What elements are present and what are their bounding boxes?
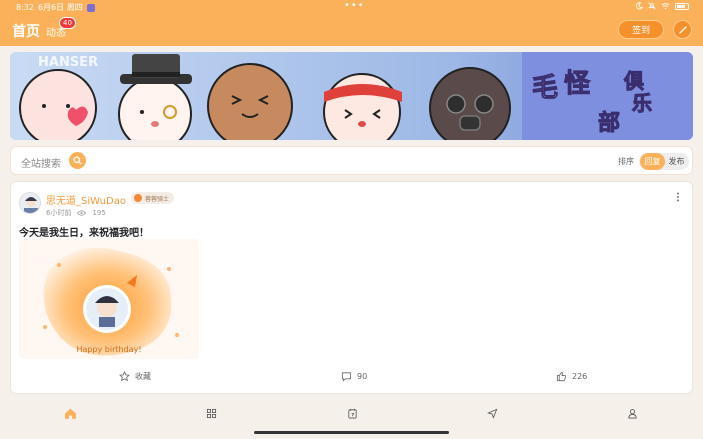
thumbs-up-icon: [556, 371, 566, 382]
post-content: 今天是我生日，来祝福我吧！: [19, 228, 149, 239]
status-bar: 8:32 6月6日 周四 •••: [0, 0, 703, 14]
app-header: 首页 动态 40 签到: [0, 14, 703, 46]
banner-title-char-2: 怪: [564, 69, 591, 99]
calendar-icon: [347, 408, 357, 418]
birthday-illustration: [19, 239, 199, 359]
app-notification-icon: [86, 3, 95, 12]
comment-count: 90: [357, 372, 368, 381]
banner-title-char-4: 乐: [632, 91, 652, 115]
post-time: 6小时前: [46, 209, 72, 217]
sort-label: 排序: [618, 157, 634, 166]
like-count: 226: [572, 372, 588, 381]
battery-icon: [675, 2, 689, 10]
banner-illustration: HANSER 毛 怪 俱 乐 部: [10, 52, 693, 140]
pen-icon: [678, 25, 687, 34]
bottom-navigation: [0, 400, 703, 426]
search-input[interactable]: 全站搜索: [21, 155, 61, 170]
wifi-icon: [661, 3, 670, 10]
profile-icon: [627, 408, 637, 418]
search-icon[interactable]: [69, 152, 86, 169]
post-card[interactable]: 思无道_SiWuDao 蓉蓉骑士 6小时前 195 今天是我生日，来祝福我吧！: [10, 181, 693, 394]
comment-icon: [341, 372, 352, 382]
page-title[interactable]: 首页: [12, 21, 40, 41]
view-count: 195: [92, 209, 106, 217]
grid-icon: [206, 408, 216, 418]
sort-option-reply[interactable]: 回复: [640, 153, 665, 170]
banner-carousel[interactable]: HANSER 毛 怪 俱 乐 部: [10, 52, 693, 140]
home-indicator[interactable]: [254, 431, 449, 434]
banner-brand: HANSER: [38, 55, 98, 70]
comment-button[interactable]: 90: [341, 371, 367, 382]
star-icon: [119, 371, 130, 382]
compose-button[interactable]: [673, 20, 692, 39]
nav-profile[interactable]: [625, 406, 639, 420]
level-icon: [134, 194, 142, 202]
status-date: 6月6日 周四: [37, 3, 83, 12]
banner-title-char-5: 部: [598, 110, 620, 136]
image-caption: Happy birthday!: [76, 345, 142, 354]
multitask-dots[interactable]: •••: [344, 0, 365, 11]
level-badge: 蓉蓉骑士: [131, 192, 175, 204]
home-icon: [64, 408, 76, 419]
post-actions: 收藏 90 226: [11, 371, 694, 387]
post-meta: 6小时前 195: [46, 208, 106, 218]
post-image[interactable]: Happy birthday!: [19, 239, 199, 359]
bell-off-icon: [648, 2, 656, 10]
send-icon: [486, 408, 497, 419]
favorite-button[interactable]: 收藏: [119, 371, 151, 382]
status-time: 8:32: [16, 3, 34, 12]
nav-calendar[interactable]: [345, 406, 359, 420]
nav-home[interactable]: [63, 406, 77, 420]
eye-icon: [77, 210, 87, 216]
banner-title-char-1: 毛: [532, 73, 558, 103]
nav-categories[interactable]: [204, 406, 218, 420]
post-author[interactable]: 思无道_SiWuDao: [46, 192, 126, 207]
moon-icon: [635, 2, 643, 10]
like-button[interactable]: 226: [556, 371, 587, 382]
sort-toggle[interactable]: 回复 发布: [639, 153, 689, 170]
search-bar[interactable]: 全站搜索 排序 回复 发布: [10, 146, 693, 175]
banner-title-char-3: 俱: [623, 69, 644, 93]
nav-messages[interactable]: [485, 406, 499, 420]
favorite-label: 收藏: [135, 372, 151, 381]
signin-button[interactable]: 签到: [618, 20, 664, 39]
dynamic-count-badge: 40: [59, 17, 76, 29]
sort-option-publish[interactable]: 发布: [664, 153, 689, 170]
avatar[interactable]: [19, 192, 41, 214]
level-badge-label: 蓉蓉骑士: [145, 195, 170, 203]
more-options-icon[interactable]: [676, 192, 680, 202]
